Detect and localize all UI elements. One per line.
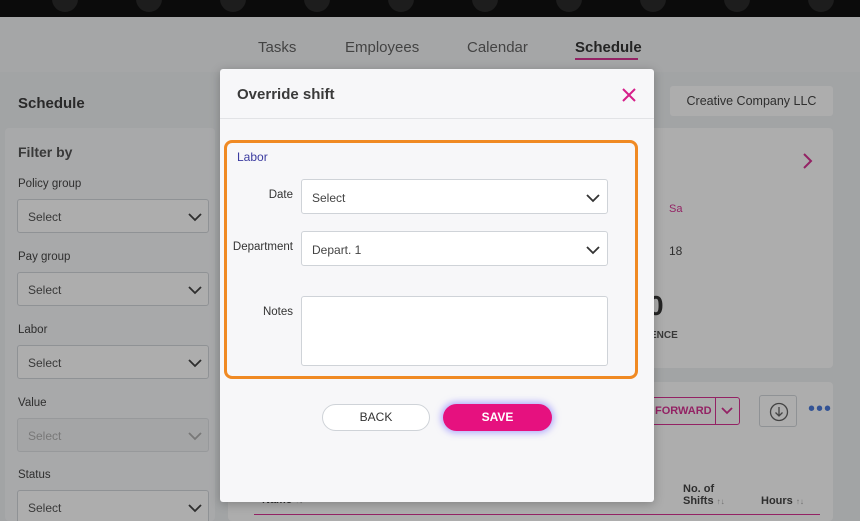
close-icon[interactable] [620, 86, 638, 104]
top-bar-avatar [724, 0, 750, 12]
chevron-down-icon [586, 246, 600, 255]
top-bar-avatar [640, 0, 666, 12]
back-button[interactable]: BACK [322, 404, 430, 431]
top-bar-avatar [808, 0, 834, 12]
chevron-down-icon [586, 194, 600, 203]
notes-textarea[interactable] [301, 296, 608, 366]
top-bar-avatar [472, 0, 498, 12]
modal-header: Override shift [220, 69, 654, 119]
date-label: Date [268, 189, 293, 201]
save-button[interactable]: SAVE [443, 404, 552, 431]
notes-label: Notes [262, 306, 293, 318]
override-shift-modal: Override shift Labor Date Select Departm… [220, 69, 654, 502]
date-value: Select [312, 191, 346, 205]
date-select[interactable]: Select [301, 179, 608, 214]
top-bar-avatar [136, 0, 162, 12]
department-label: Department [232, 241, 293, 253]
top-bar [0, 0, 860, 17]
top-bar-avatar [304, 0, 330, 12]
department-select[interactable]: Depart. 1 [301, 231, 608, 266]
modal-title: Override shift [237, 86, 335, 103]
top-bar-avatar [220, 0, 246, 12]
department-value: Depart. 1 [312, 243, 362, 257]
top-bar-avatar [388, 0, 414, 12]
top-bar-avatar [556, 0, 582, 12]
section-label-labor: Labor [237, 150, 268, 164]
top-bar-avatar [52, 0, 78, 12]
